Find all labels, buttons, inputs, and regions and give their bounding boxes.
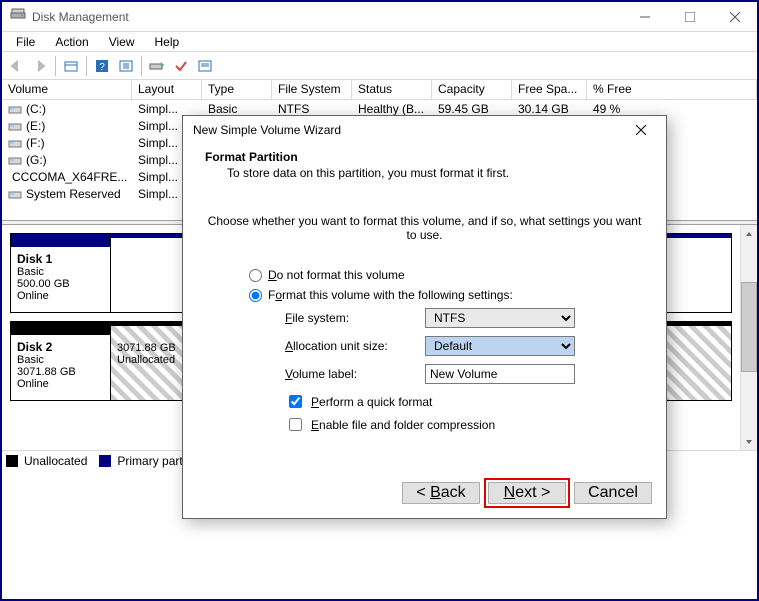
svg-text:?: ? [99, 62, 105, 73]
refresh-icon[interactable] [114, 55, 138, 77]
radio-do-not-format[interactable]: Do not format this volume [249, 268, 644, 282]
label-volume-label: Volume label: [285, 367, 425, 381]
next-button[interactable]: Next > [488, 482, 566, 504]
col-capacity[interactable]: Capacity [432, 80, 512, 99]
checkbox-compression-input[interactable] [289, 418, 302, 431]
back-icon [4, 55, 28, 77]
checkbox-quick-format-label: Perform a quick format [311, 395, 432, 409]
rescan-icon[interactable] [145, 55, 169, 77]
list-icon[interactable] [193, 55, 217, 77]
volume-list-header: Volume Layout Type File System Status Ca… [2, 80, 757, 100]
col-freespace[interactable]: Free Spa... [512, 80, 587, 99]
radio-do-not-format-input[interactable] [249, 269, 262, 282]
toolbar: ? [2, 52, 757, 80]
settings-icon[interactable] [59, 55, 83, 77]
legend-primary-swatch [99, 455, 111, 467]
help-icon[interactable]: ? [90, 55, 114, 77]
dialog-title: New Simple Volume Wizard [193, 123, 341, 137]
menu-file[interactable]: File [6, 35, 45, 49]
checkbox-compression[interactable]: Enable file and folder compression [285, 415, 644, 434]
close-button[interactable] [712, 2, 757, 32]
radio-format-volume-input[interactable] [249, 289, 262, 302]
checkbox-compression-label: Enable file and folder compression [311, 418, 495, 432]
col-type[interactable]: Type [202, 80, 272, 99]
disk-info: Disk 2Basic3071.88 GBOnline [11, 322, 111, 400]
checkbox-quick-format-input[interactable] [289, 395, 302, 408]
menu-bar: File Action View Help [2, 32, 757, 52]
menu-action[interactable]: Action [45, 35, 98, 49]
col-percentfree[interactable]: % Free [587, 80, 757, 99]
disk-management-icon [10, 6, 26, 27]
select-allocation-unit[interactable]: Default [425, 336, 575, 356]
label-file-system: File system: [285, 311, 425, 325]
check-icon[interactable] [169, 55, 193, 77]
scroll-up-icon[interactable] [741, 225, 757, 242]
menu-view[interactable]: View [99, 35, 145, 49]
legend-unallocated-swatch [6, 455, 18, 467]
cancel-button[interactable]: Cancel [574, 482, 652, 504]
col-volume[interactable]: Volume [2, 80, 132, 99]
wizard-subheader: To store data on this partition, you mus… [227, 166, 644, 180]
radio-format-volume[interactable]: Format this volume with the following se… [249, 288, 644, 302]
minimize-button[interactable] [622, 2, 667, 32]
select-file-system[interactable]: NTFS [425, 308, 575, 328]
col-status[interactable]: Status [352, 80, 432, 99]
input-volume-label[interactable] [425, 364, 575, 384]
wizard-header: Format Partition [205, 150, 644, 164]
col-filesystem[interactable]: File System [272, 80, 352, 99]
maximize-button[interactable] [667, 2, 712, 32]
window-titlebar: Disk Management [2, 2, 757, 32]
checkbox-quick-format[interactable]: Perform a quick format [285, 392, 644, 411]
radio-do-not-format-label: Do not format this volume [268, 268, 405, 282]
menu-help[interactable]: Help [145, 35, 190, 49]
label-allocation-unit: Allocation unit size: [285, 339, 425, 353]
col-layout[interactable]: Layout [132, 80, 202, 99]
dialog-close-icon[interactable] [626, 116, 656, 144]
back-button[interactable]: < Back [402, 482, 480, 504]
window-title: Disk Management [32, 10, 129, 24]
scroll-down-icon[interactable] [741, 433, 757, 450]
forward-icon [28, 55, 52, 77]
wizard-instruction: Choose whether you want to format this v… [205, 214, 644, 242]
radio-format-volume-label: Format this volume with the following se… [268, 288, 513, 302]
dialog-titlebar: New Simple Volume Wizard [183, 116, 666, 144]
disk-info: Disk 1Basic500.00 GBOnline [11, 234, 111, 312]
vertical-scrollbar[interactable] [740, 225, 757, 450]
legend-unallocated-label: Unallocated [24, 454, 87, 468]
wizard-dialog: New Simple Volume Wizard Format Partitio… [182, 115, 667, 519]
scroll-thumb[interactable] [741, 282, 757, 372]
